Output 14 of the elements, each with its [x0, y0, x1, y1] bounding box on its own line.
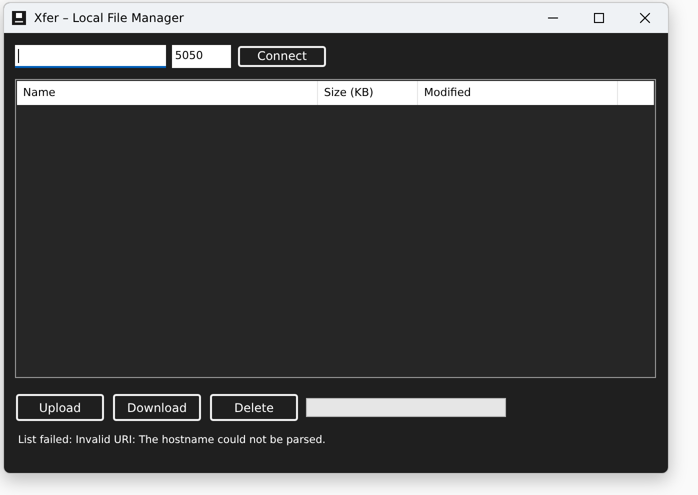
connect-button[interactable]: Connect	[238, 46, 326, 66]
download-button[interactable]: Download	[113, 394, 201, 421]
close-icon	[640, 13, 650, 23]
port-field[interactable]: 5050	[172, 44, 231, 68]
host-field[interactable]	[15, 44, 166, 68]
upload-button[interactable]: Upload	[16, 394, 104, 421]
window-title: Xfer – Local File Manager	[34, 11, 185, 25]
delete-button[interactable]: Delete	[210, 394, 298, 421]
column-header[interactable]: Size (KB)	[318, 81, 418, 105]
column-header[interactable]: Name	[17, 81, 318, 105]
app-icon	[12, 11, 26, 25]
column-header[interactable]: Modified	[418, 81, 618, 105]
status-message: List failed: Invalid URI: The hostname could not be parsed.	[18, 434, 327, 446]
maximize-icon	[594, 13, 604, 23]
